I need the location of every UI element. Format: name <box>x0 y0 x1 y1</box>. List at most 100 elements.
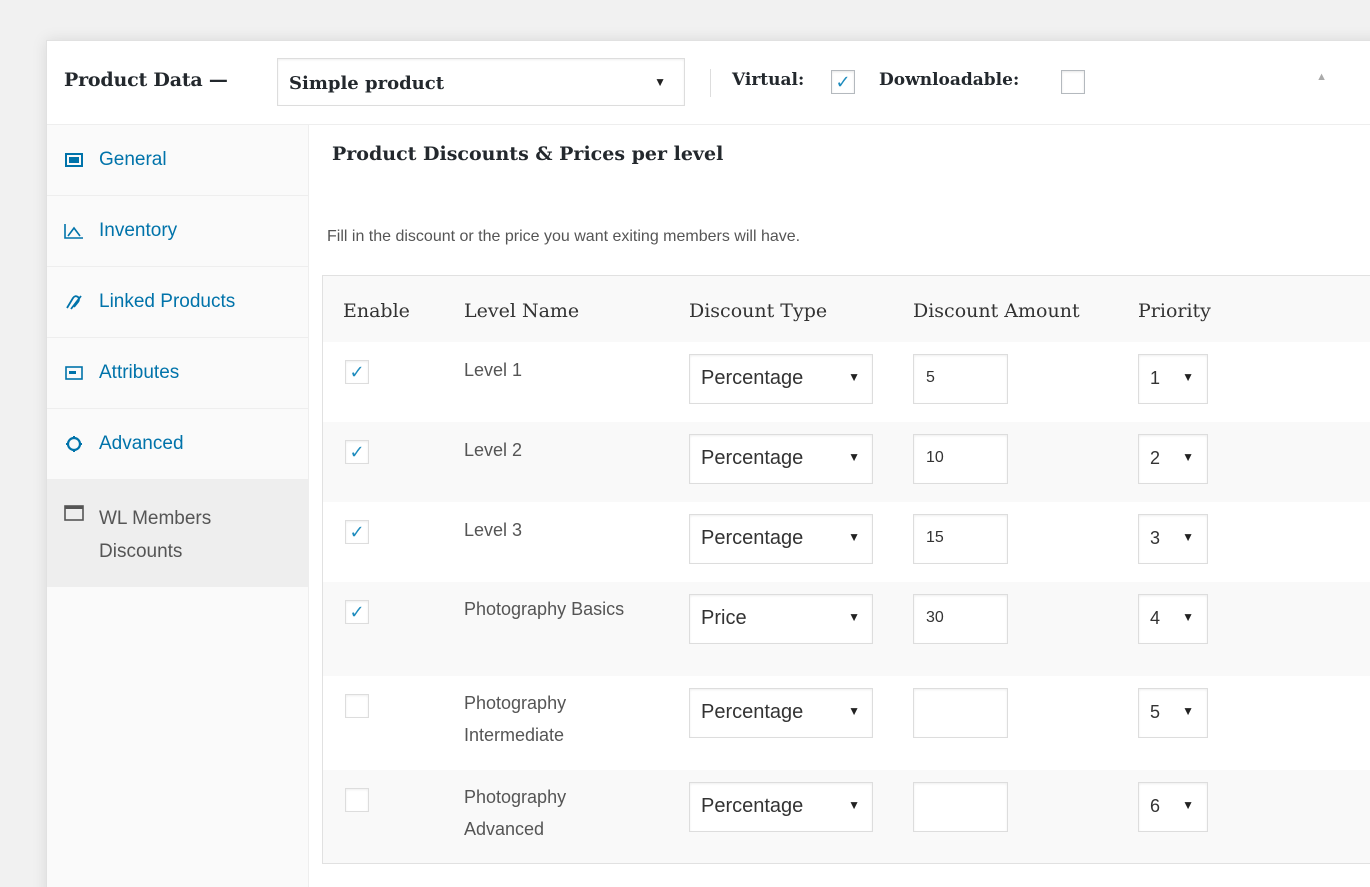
attributes-icon <box>63 366 85 380</box>
priority-select[interactable]: 6 ▼ <box>1138 782 1208 832</box>
column-header-level-name: Level Name <box>464 300 580 322</box>
dropdown-arrow-icon: ▼ <box>1182 530 1194 544</box>
enable-checkbox[interactable]: ✓ <box>345 600 369 624</box>
tab-general[interactable]: General <box>47 125 308 196</box>
tab-content: Product Discounts & Prices per level Fil… <box>310 125 1370 887</box>
column-header-discount-amount: Discount Amount <box>913 300 1080 322</box>
discount-amount-input[interactable]: 5 <box>913 354 1008 404</box>
dropdown-arrow-icon: ▼ <box>1182 704 1194 718</box>
dropdown-arrow-icon: ▼ <box>1182 798 1194 812</box>
tab-inventory[interactable]: Inventory <box>47 196 308 267</box>
header-divider <box>710 69 711 97</box>
column-header-discount-type: Discount Type <box>689 300 828 322</box>
downloadable-label: Downloadable: <box>879 70 1020 90</box>
level-name: Level 2 <box>464 440 523 460</box>
discount-type-select[interactable]: Percentage ▼ <box>689 354 873 404</box>
discount-type-value: Percentage <box>701 367 804 389</box>
product-data-panel: Product Data — Simple product ▼ Virtual:… <box>46 40 1370 887</box>
discount-type-select[interactable]: Percentage ▼ <box>689 688 873 738</box>
enable-checkbox[interactable] <box>345 694 369 718</box>
discount-type-value: Percentage <box>701 701 804 723</box>
priority-value: 3 <box>1150 528 1161 548</box>
tab-linked-products[interactable]: Linked Products <box>47 267 308 338</box>
enable-checkbox[interactable]: ✓ <box>345 440 369 464</box>
window-icon <box>63 504 85 522</box>
dropdown-arrow-icon: ▼ <box>848 610 860 624</box>
level-name: Level 1 <box>464 360 523 380</box>
discount-amount-input[interactable]: 15 <box>913 514 1008 564</box>
dropdown-arrow-icon: ▼ <box>848 530 860 544</box>
priority-value: 6 <box>1150 796 1161 816</box>
tab-advanced-label: Advanced <box>99 433 184 454</box>
discount-type-value: Price <box>701 607 747 629</box>
table-row: ✓ Level 1 Percentage ▼ 5 1 ▼ <box>323 342 1370 422</box>
dropdown-arrow-icon: ▼ <box>848 798 860 812</box>
dropdown-arrow-icon: ▼ <box>654 75 666 89</box>
section-description: Fill in the discount or the price you wa… <box>327 228 801 245</box>
dropdown-arrow-icon: ▼ <box>1182 450 1194 464</box>
discount-type-value: Percentage <box>701 527 804 549</box>
level-name: Photography Intermediate <box>464 693 567 745</box>
discount-type-select[interactable]: Percentage ▼ <box>689 782 873 832</box>
discount-amount-input[interactable] <box>913 782 1008 832</box>
product-data-tabs: General Inventory Linked Products Attrib… <box>47 125 309 887</box>
level-name: Level 3 <box>464 520 523 540</box>
discount-amount-input[interactable]: 30 <box>913 594 1008 644</box>
priority-value: 5 <box>1150 702 1161 722</box>
enable-checkbox[interactable] <box>345 788 369 812</box>
discount-type-value: Percentage <box>701 795 804 817</box>
discount-type-select[interactable]: Percentage ▼ <box>689 434 873 484</box>
priority-value: 4 <box>1150 608 1161 628</box>
dropdown-arrow-icon: ▼ <box>848 370 860 384</box>
inventory-icon <box>63 223 85 239</box>
tab-wl-members-discounts[interactable]: WL Members Discounts <box>47 480 308 587</box>
priority-value: 2 <box>1150 448 1161 468</box>
tab-wl-members-discounts-label: WL Members Discounts <box>99 508 212 562</box>
dropdown-arrow-icon: ▼ <box>1182 370 1194 384</box>
panel-header: Product Data — Simple product ▼ Virtual:… <box>47 41 1370 125</box>
dropdown-arrow-icon: ▼ <box>848 704 860 718</box>
product-type-select[interactable]: Simple product ▼ <box>277 58 685 106</box>
table-row: ✓ Photography Basics Price ▼ 30 4 ▼ <box>323 582 1370 676</box>
link-icon <box>63 293 85 311</box>
triangle-up-icon[interactable]: ▲ <box>1316 71 1327 83</box>
priority-select[interactable]: 1 ▼ <box>1138 354 1208 404</box>
panel-title: Product Data — <box>64 69 228 91</box>
priority-select[interactable]: 3 ▼ <box>1138 514 1208 564</box>
discount-amount-input[interactable] <box>913 688 1008 738</box>
table-row: ✓ Level 3 Percentage ▼ 15 3 ▼ <box>323 502 1370 582</box>
level-name: Photography Basics <box>464 599 625 619</box>
product-type-value: Simple product <box>289 73 445 94</box>
virtual-label: Virtual: <box>732 70 805 90</box>
downloadable-checkbox[interactable] <box>1061 70 1085 94</box>
table-row: ✓ Level 2 Percentage ▼ 10 2 ▼ <box>323 422 1370 502</box>
discount-type-value: Percentage <box>701 447 804 469</box>
discount-type-select[interactable]: Percentage ▼ <box>689 514 873 564</box>
table-row: Photography Advanced Percentage ▼ 6 ▼ <box>323 770 1370 863</box>
table-row: Photography Intermediate Percentage ▼ 5 … <box>323 676 1370 770</box>
priority-select[interactable]: 2 ▼ <box>1138 434 1208 484</box>
tab-inventory-label: Inventory <box>99 220 178 241</box>
section-title: Product Discounts & Prices per level <box>332 143 724 165</box>
tab-attributes[interactable]: Attributes <box>47 338 308 409</box>
tab-attributes-label: Attributes <box>99 362 180 383</box>
priority-select[interactable]: 5 ▼ <box>1138 688 1208 738</box>
enable-checkbox[interactable]: ✓ <box>345 360 369 384</box>
priority-select[interactable]: 4 ▼ <box>1138 594 1208 644</box>
dropdown-arrow-icon: ▼ <box>1182 610 1194 624</box>
discount-type-select[interactable]: Price ▼ <box>689 594 873 644</box>
tab-advanced[interactable]: Advanced <box>47 409 308 480</box>
tab-general-label: General <box>99 149 167 170</box>
gear-icon <box>63 435 85 453</box>
enable-checkbox[interactable]: ✓ <box>345 520 369 544</box>
dropdown-arrow-icon: ▼ <box>848 450 860 464</box>
discount-amount-input[interactable]: 10 <box>913 434 1008 484</box>
priority-value: 1 <box>1150 368 1161 388</box>
column-header-priority: Priority <box>1138 300 1211 322</box>
general-icon <box>63 153 85 167</box>
discounts-table: Enable Level Name Discount Type Discount… <box>322 275 1370 864</box>
level-name: Photography Advanced <box>464 787 567 839</box>
tab-linked-products-label: Linked Products <box>99 291 236 312</box>
virtual-checkbox[interactable]: ✓ <box>831 70 855 94</box>
column-header-enable: Enable <box>343 300 410 322</box>
